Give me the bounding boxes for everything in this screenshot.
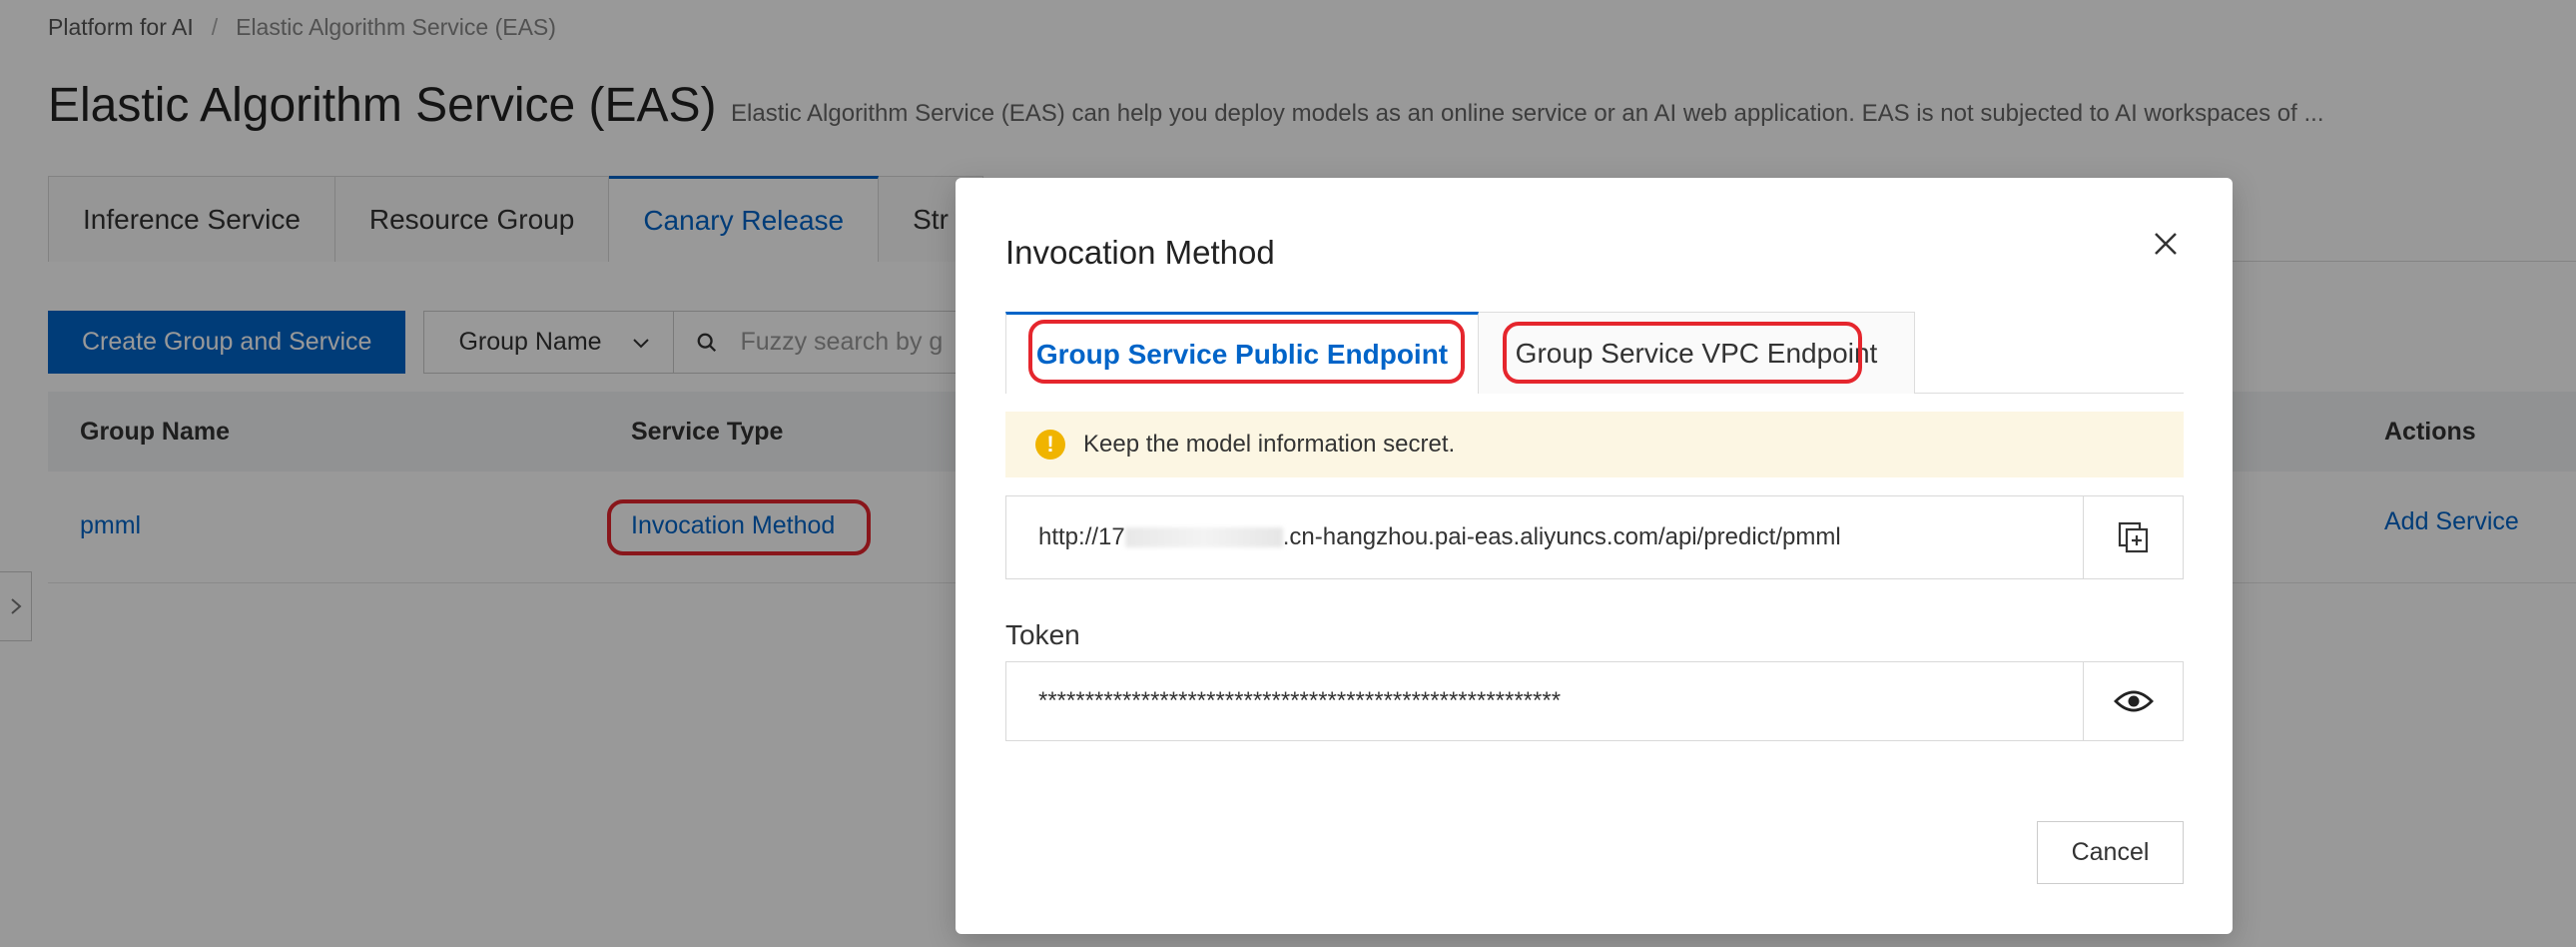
cancel-button[interactable]: Cancel xyxy=(2037,821,2184,884)
tab-vpc-endpoint[interactable]: Group Service VPC Endpoint xyxy=(1479,312,1915,394)
tab-public-endpoint[interactable]: Group Service Public Endpoint xyxy=(1005,312,1479,394)
dialog-title: Invocation Method xyxy=(1005,234,1275,271)
alert-message: Keep the model information secret. xyxy=(1083,431,1456,458)
secret-warning-alert: ! Keep the model information secret. xyxy=(1005,412,2184,477)
toggle-token-visibility-button[interactable] xyxy=(2083,662,2183,740)
endpoint-url-value[interactable]: http://17 .cn-hangzhou.pai-eas.aliyuncs.… xyxy=(1006,496,2083,578)
close-button[interactable] xyxy=(2146,224,2186,264)
token-value[interactable]: ****************************************… xyxy=(1006,662,2083,740)
close-icon xyxy=(2155,233,2177,255)
endpoint-url-field: http://17 .cn-hangzhou.pai-eas.aliyuncs.… xyxy=(1005,495,2184,579)
endpoint-url-prefix: http://17 xyxy=(1038,523,1125,550)
redacted-segment xyxy=(1124,527,1283,547)
copy-url-button[interactable] xyxy=(2083,496,2183,578)
warning-icon: ! xyxy=(1035,430,1065,460)
copy-icon xyxy=(2118,521,2148,553)
endpoint-tabs: Group Service Public Endpoint Group Serv… xyxy=(1005,312,2184,394)
endpoint-url-suffix: .cn-hangzhou.pai-eas.aliyuncs.com/api/pr… xyxy=(1282,523,1841,550)
eye-icon xyxy=(2113,690,2154,712)
invocation-method-dialog: Invocation Method Group Service Public E… xyxy=(956,178,2233,934)
token-label: Token xyxy=(1005,619,1080,650)
token-field: ****************************************… xyxy=(1005,661,2184,741)
